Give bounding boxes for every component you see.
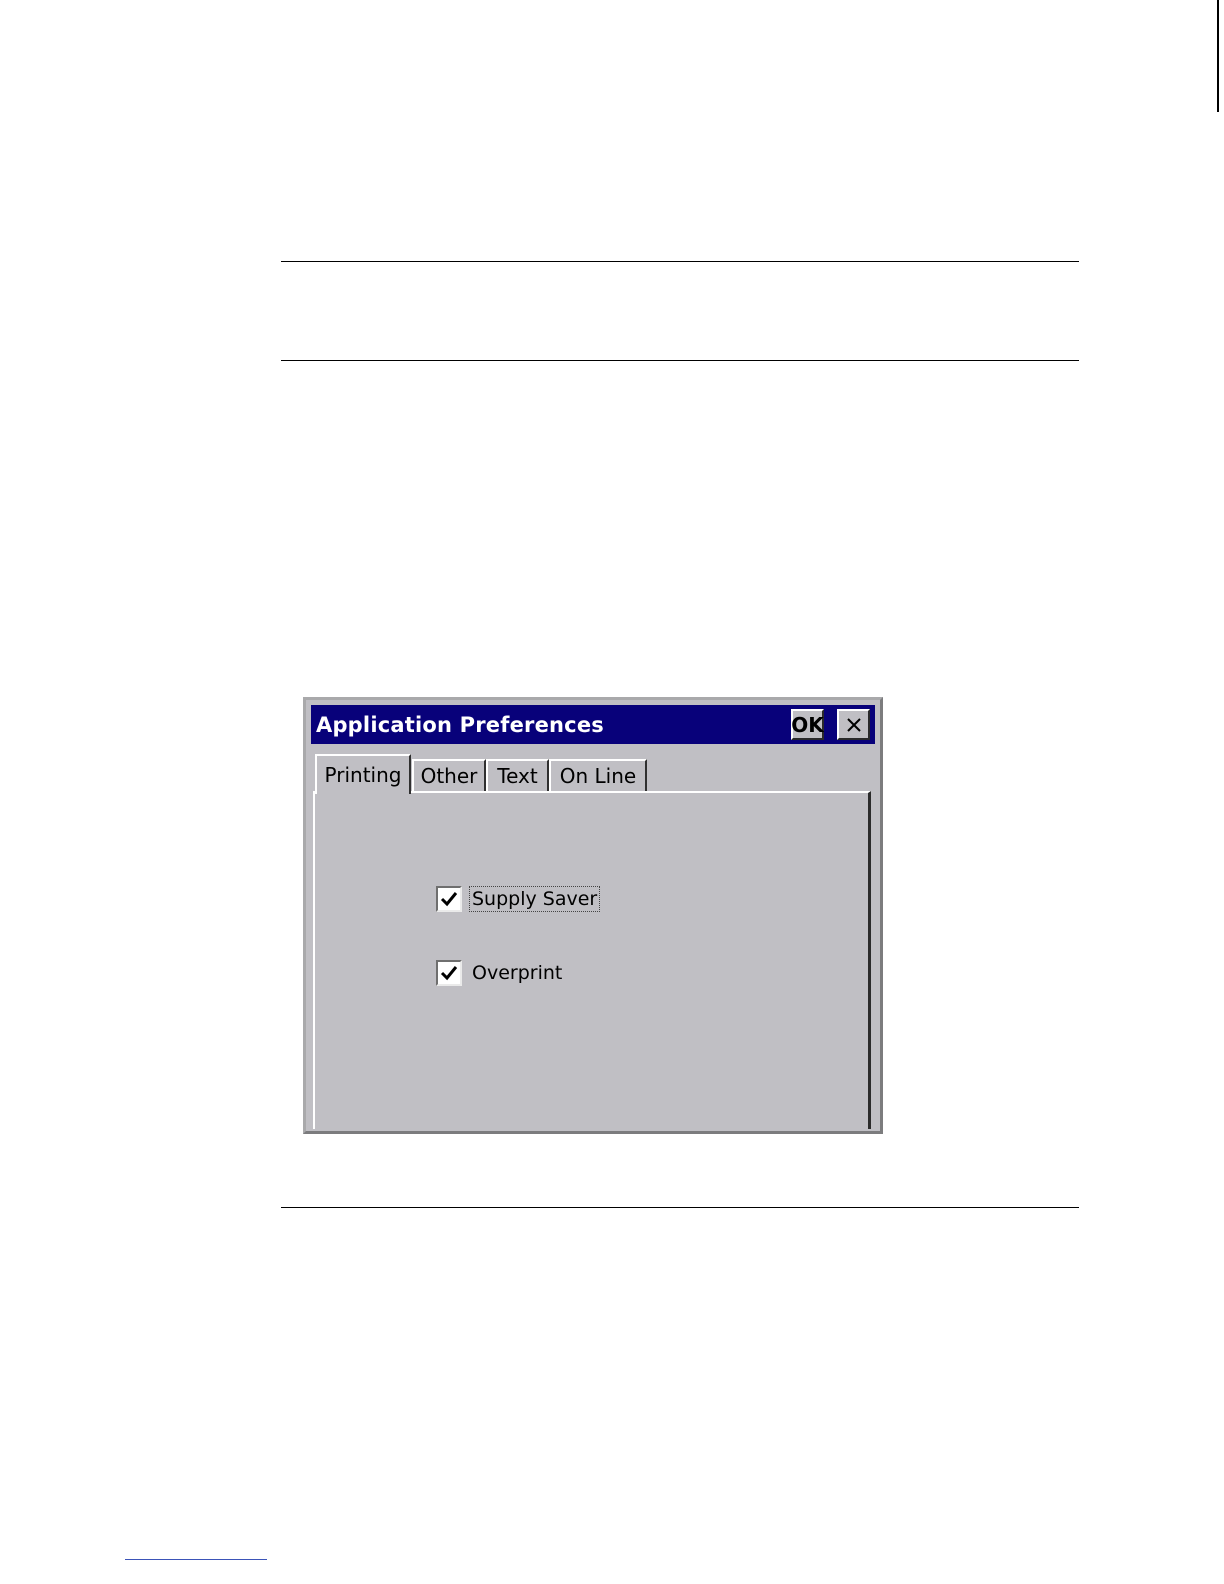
tab-other[interactable]: Other: [412, 759, 486, 791]
page-edge-mark: [1217, 0, 1219, 112]
dialog-title: Application Preferences: [316, 713, 604, 737]
tab-panel-printing: [313, 791, 871, 1129]
tab-printing[interactable]: Printing: [315, 754, 411, 794]
tab-on-line[interactable]: On Line: [549, 759, 647, 791]
horizontal-rule: [281, 360, 1079, 361]
ok-button-label: OK: [791, 712, 824, 737]
supply-saver-checkbox[interactable]: [436, 886, 462, 912]
checkmark-icon: [440, 966, 458, 981]
overprint-option[interactable]: Overprint: [436, 958, 564, 988]
footer-link-underline: [125, 1559, 267, 1560]
tab-strip: Printing Other Text On Line: [313, 754, 873, 794]
close-icon: [846, 717, 861, 732]
horizontal-rule: [281, 261, 1079, 262]
close-button[interactable]: [837, 709, 870, 740]
dialog-titlebar: Application Preferences OK: [311, 705, 875, 744]
overprint-checkbox[interactable]: [436, 960, 462, 986]
tab-label: On Line: [559, 764, 637, 788]
tab-label: Text: [497, 764, 538, 788]
checkmark-icon: [440, 892, 458, 907]
horizontal-rule: [281, 1207, 1079, 1208]
supply-saver-option[interactable]: Supply Saver: [436, 884, 601, 914]
tab-text[interactable]: Text: [486, 759, 549, 791]
tab-label: Other: [420, 764, 478, 788]
tab-label: Printing: [324, 763, 402, 787]
ok-button[interactable]: OK: [791, 709, 824, 740]
overprint-label[interactable]: Overprint: [470, 961, 564, 985]
application-preferences-dialog: Application Preferences OK Printing Othe…: [303, 697, 883, 1134]
supply-saver-label[interactable]: Supply Saver: [468, 886, 601, 912]
